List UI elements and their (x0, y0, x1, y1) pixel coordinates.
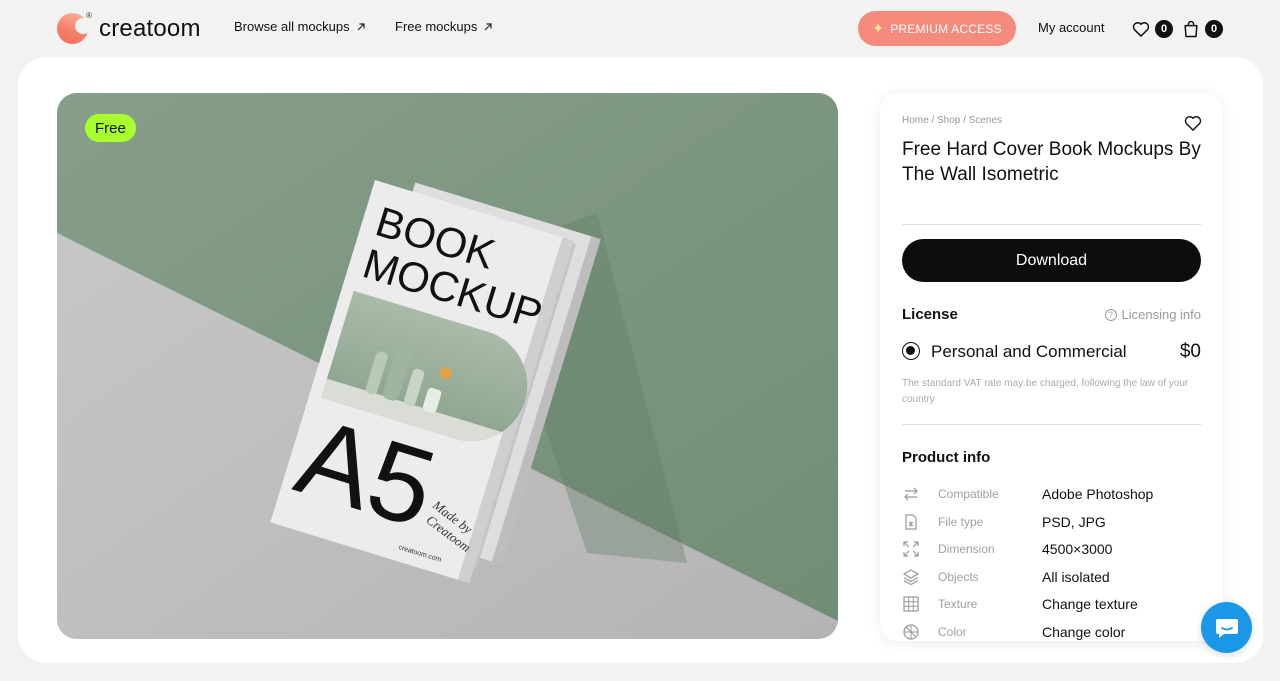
license-option-label[interactable]: Personal and Commercial (931, 342, 1127, 362)
site-header: ® creatoom Browse all mockups Free mocku… (0, 0, 1280, 56)
info-row-color: Color Change color (902, 622, 1201, 641)
divider (902, 224, 1201, 225)
expand-icon (903, 541, 919, 557)
mockup-preview-image[interactable]: BOOK BOOK MOCKUP A5 Made by Crea (57, 93, 838, 639)
info-value: 4500×3000 (1042, 541, 1113, 557)
info-value: PSD, JPG (1042, 514, 1106, 530)
grid-icon (903, 596, 919, 612)
info-value: Adobe Photoshop (1042, 486, 1154, 502)
info-key: Dimension (938, 542, 995, 556)
swap-arrows-icon (904, 487, 918, 501)
nav-label: Free mockups (395, 19, 478, 34)
licensing-info-link[interactable]: ? Licensing info (1104, 307, 1202, 322)
vat-note: The standard VAT rate may be charged, fo… (902, 378, 1189, 405)
info-key: Compatible (938, 487, 999, 501)
info-key: Color (938, 625, 967, 639)
info-row-file-type: File type PSD, JPG (902, 512, 1201, 532)
info-key: Objects (938, 570, 979, 584)
layers-icon (902, 569, 920, 586)
chat-bubble-icon (1215, 618, 1238, 638)
info-row-texture: Texture Change texture (902, 594, 1201, 614)
license-label: License (902, 306, 958, 323)
download-button[interactable]: Download (902, 239, 1201, 282)
licensing-info-label: Licensing info (1121, 307, 1202, 322)
file-icon (905, 514, 917, 530)
breadcrumb[interactable]: Home / Shop / Scenes (902, 115, 1002, 126)
heart-icon[interactable] (1131, 19, 1151, 39)
my-account-link[interactable]: My account (1038, 20, 1104, 35)
shopping-bag-icon[interactable] (1181, 19, 1201, 39)
book-mockup-scene: BOOK BOOK MOCKUP A5 Made by Crea (57, 93, 838, 639)
info-key: Texture (938, 597, 978, 611)
license-radio-selected[interactable] (902, 342, 920, 360)
cart-count-badge: 0 (1205, 20, 1223, 38)
divider (902, 424, 1201, 425)
info-row-objects: Objects All isolated (902, 567, 1201, 587)
info-row-compatible: Compatible Adobe Photoshop (902, 484, 1201, 504)
arrow-up-right-icon (357, 22, 365, 30)
logo-text: creatoom (99, 14, 201, 42)
premium-access-button[interactable]: ✦ PREMIUM ACCESS (858, 11, 1016, 46)
chat-widget-button[interactable] (1201, 602, 1252, 653)
arrow-up-right-icon (484, 22, 492, 30)
info-row-dimension: Dimension 4500×3000 (902, 539, 1201, 559)
info-value: Change texture (1042, 596, 1138, 612)
nav-browse-all-mockups[interactable]: Browse all mockups (234, 19, 366, 34)
product-title: Free Hard Cover Book Mockups By The Wall… (902, 139, 1201, 185)
info-value: Change color (1042, 624, 1126, 640)
info-key: File type (938, 515, 984, 529)
info-value: All isolated (1042, 569, 1110, 585)
product-panel: Home / Shop / Scenes Free Hard Cover Boo… (880, 93, 1223, 641)
logo-mark-icon (57, 13, 91, 44)
nav-free-mockups[interactable]: Free mockups (395, 19, 493, 34)
palette-icon (903, 624, 919, 640)
question-circle-icon: ? (1104, 308, 1117, 321)
license-price: $0 (1179, 341, 1201, 362)
product-info-title: Product info (902, 449, 991, 466)
wishlist-count-badge: 0 (1155, 20, 1173, 38)
premium-label: PREMIUM ACCESS (890, 21, 1002, 36)
logo-registered-mark: ® (86, 11, 92, 20)
nav-label: Browse all mockups (234, 19, 350, 34)
heart-icon[interactable] (1183, 113, 1203, 133)
logo[interactable]: ® creatoom (57, 11, 201, 44)
sparkle-icon: ✦ (872, 20, 885, 36)
free-badge: Free (85, 114, 136, 142)
